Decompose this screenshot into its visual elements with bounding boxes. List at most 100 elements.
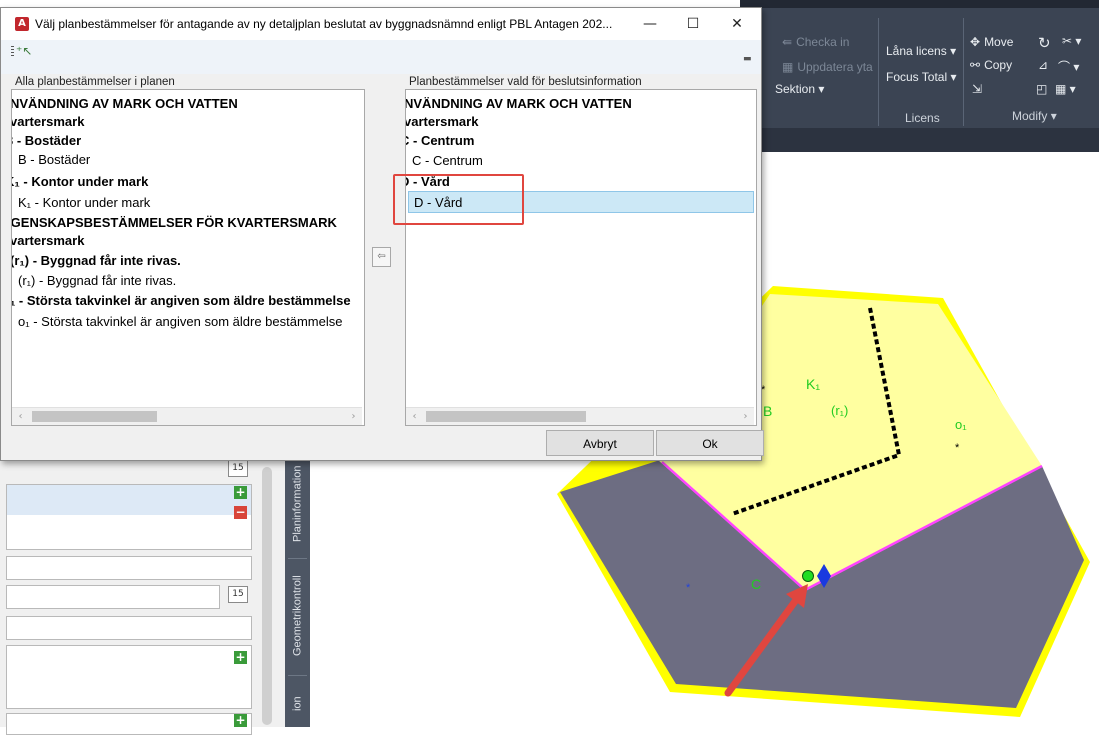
text-field[interactable] — [6, 556, 252, 580]
arrow-left-icon: ⇦ — [377, 251, 386, 262]
trim-button[interactable]: ✂ ▾ — [1062, 34, 1081, 48]
copy-icon: ⚯ — [970, 58, 981, 72]
mirror-icon: ⊿ — [1038, 58, 1049, 72]
add-button[interactable]: + — [234, 651, 247, 664]
scroll-left-icon[interactable]: ‹ — [406, 408, 423, 425]
label-star: * — [955, 442, 960, 454]
palette-side-tabs: Planinformation Geometrikontroll ion — [285, 455, 310, 727]
list-item[interactable]: (r₁) - Byggnad får inte rivas. — [18, 270, 176, 292]
add-rule-button[interactable]: ⁺↖ — [16, 44, 32, 58]
list-item[interactable]: K₁ - Kontor under mark — [18, 192, 150, 214]
move-left-button[interactable]: ⇦ — [372, 247, 391, 267]
horizontal-scrollbar[interactable]: ‹ › — [12, 407, 362, 425]
array-button[interactable]: ▦ ▾ — [1055, 82, 1076, 96]
minimize-button[interactable]: — — [628, 8, 672, 40]
list-item[interactable]: K₁ - Kontor under mark — [12, 171, 148, 193]
list-item[interactable]: (r₁) - Byggnad får inte rivas. — [12, 250, 181, 272]
calendar-icon: 15 — [232, 463, 244, 473]
scale-icon: ◰ — [1036, 82, 1048, 96]
plan-information-palette: 15 + − 15 + + — [0, 455, 290, 735]
plus-icon: + — [235, 713, 246, 727]
palette-scrollbar[interactable] — [262, 467, 272, 725]
horizontal-scrollbar[interactable]: ‹ › — [406, 407, 754, 425]
list-item[interactable]: C - Centrum — [406, 130, 474, 152]
chevron-down-icon: ▾ — [950, 44, 957, 58]
rotate-button[interactable]: ↻ — [1038, 34, 1051, 52]
toolstrip-overflow-button[interactable]: ▬ — [743, 54, 752, 64]
autocad-ribbon: ⇚ Checka in ▦ Uppdatera yta Sektion ▾ Låna… — [740, 0, 1099, 152]
list-item[interactable]: C - Centrum — [412, 150, 483, 172]
licens-panel-label: Licens — [905, 111, 940, 125]
modify-panel-label[interactable]: Modify ▾ — [1012, 109, 1057, 123]
label-o1: o₁ — [955, 417, 967, 432]
selected-row[interactable] — [7, 485, 251, 515]
remove-button[interactable]: − — [234, 506, 247, 519]
ok-button[interactable]: Ok — [656, 430, 764, 456]
tab-planinformation[interactable]: Planinformation — [285, 455, 310, 553]
maximize-icon: ☐ — [686, 16, 700, 32]
scale-button[interactable]: ◰ — [1036, 82, 1047, 96]
dialog-titlebar[interactable]: A Välj planbestämmelser för antagande av… — [1, 8, 761, 40]
checka-in-button[interactable]: ⇚ Checka in — [782, 35, 849, 49]
stretch-icon: ⇲ — [972, 82, 983, 96]
selected-rules-listbox[interactable]: NVÄNDNING AV MARK OCH VATTEN vartersmark… — [405, 89, 757, 426]
focus-total-dropdown[interactable]: Focus Total ▾ — [886, 70, 957, 84]
array-icon: ▦ ▾ — [1055, 82, 1076, 96]
cancel-button[interactable]: Avbryt — [546, 430, 654, 456]
app-icon: A — [15, 17, 29, 31]
label-r1: (r₁) — [831, 403, 848, 418]
label-c: C — [751, 576, 761, 592]
tab-geometrikontroll[interactable]: Geometrikontroll — [285, 563, 310, 669]
label-b: B — [763, 403, 772, 419]
select-plan-rules-dialog: A Välj planbestämmelser för antagande av… — [0, 7, 764, 461]
overflow-icon: ▬ — [743, 54, 752, 64]
scroll-right-icon[interactable]: › — [737, 408, 754, 425]
calendar-button[interactable]: 15 — [228, 460, 248, 477]
insertion-point-grip[interactable] — [802, 570, 814, 582]
maximize-button[interactable]: ☐ — [671, 8, 715, 40]
scroll-left-icon[interactable]: ‹ — [12, 408, 29, 425]
minus-icon: − — [235, 505, 246, 519]
list-box[interactable] — [6, 713, 252, 735]
uppdatera-yta-button[interactable]: ▦ Uppdatera yta — [782, 60, 873, 74]
list-box[interactable] — [6, 484, 252, 550]
tab-partial[interactable]: ion — [285, 681, 310, 727]
add-button[interactable]: + — [234, 714, 247, 727]
calendar-button[interactable]: 15 — [228, 586, 248, 603]
tab-divider — [288, 558, 307, 559]
sektion-dropdown[interactable]: Sektion ▾ — [775, 82, 824, 96]
mirror-button[interactable]: ⊿ — [1038, 58, 1048, 72]
close-button[interactable]: ✕ — [715, 8, 759, 40]
list-item[interactable]: B - Bostäder — [18, 149, 90, 171]
ribbon-bottom-strip — [740, 128, 1099, 152]
chevron-down-icon: ▾ — [818, 82, 825, 96]
fillet-button[interactable]: ⌒ ▾ — [1058, 58, 1079, 75]
all-rules-listbox[interactable]: NVÄNDNING AV MARK OCH VATTEN vartersmark… — [11, 89, 365, 426]
ribbon-divider — [963, 18, 964, 126]
fillet-icon: ⌒ ▾ — [1058, 60, 1080, 74]
dialog-toolstrip: ⁺↖ ▬ — [1, 40, 761, 74]
text-field[interactable] — [6, 616, 252, 640]
calendar-icon: 15 — [232, 589, 244, 599]
scroll-right-icon[interactable]: › — [345, 408, 362, 425]
scroll-thumb[interactable] — [426, 411, 586, 422]
label-star: * — [686, 582, 691, 594]
date-field[interactable] — [6, 585, 220, 609]
minimize-icon: — — [643, 16, 657, 32]
move-button[interactable]: ✥ Move — [970, 35, 1013, 49]
add-button[interactable]: + — [234, 486, 247, 499]
add-cursor-icon: ⁺↖ — [16, 44, 33, 58]
scroll-thumb[interactable] — [32, 411, 157, 422]
chevron-down-icon: ▾ — [1050, 109, 1057, 123]
list-item[interactable]: o₁ - Största takvinkel är angiven som äl… — [18, 311, 342, 333]
ribbon-top-bar — [740, 0, 1099, 8]
copy-button[interactable]: ⚯ Copy — [970, 58, 1012, 72]
rotate-icon: ↻ — [1038, 35, 1051, 52]
lana-licens-dropdown[interactable]: Låna licens ▾ — [886, 44, 956, 58]
stretch-button[interactable]: ⇲ — [972, 82, 982, 96]
list-item[interactable]: o₁ - Största takvinkel är angiven som äl… — [12, 290, 351, 312]
move-icon: ✥ — [970, 35, 981, 49]
list-box[interactable] — [6, 645, 252, 709]
close-icon: ✕ — [731, 16, 743, 32]
list-item[interactable]: vartersmark — [12, 230, 84, 252]
